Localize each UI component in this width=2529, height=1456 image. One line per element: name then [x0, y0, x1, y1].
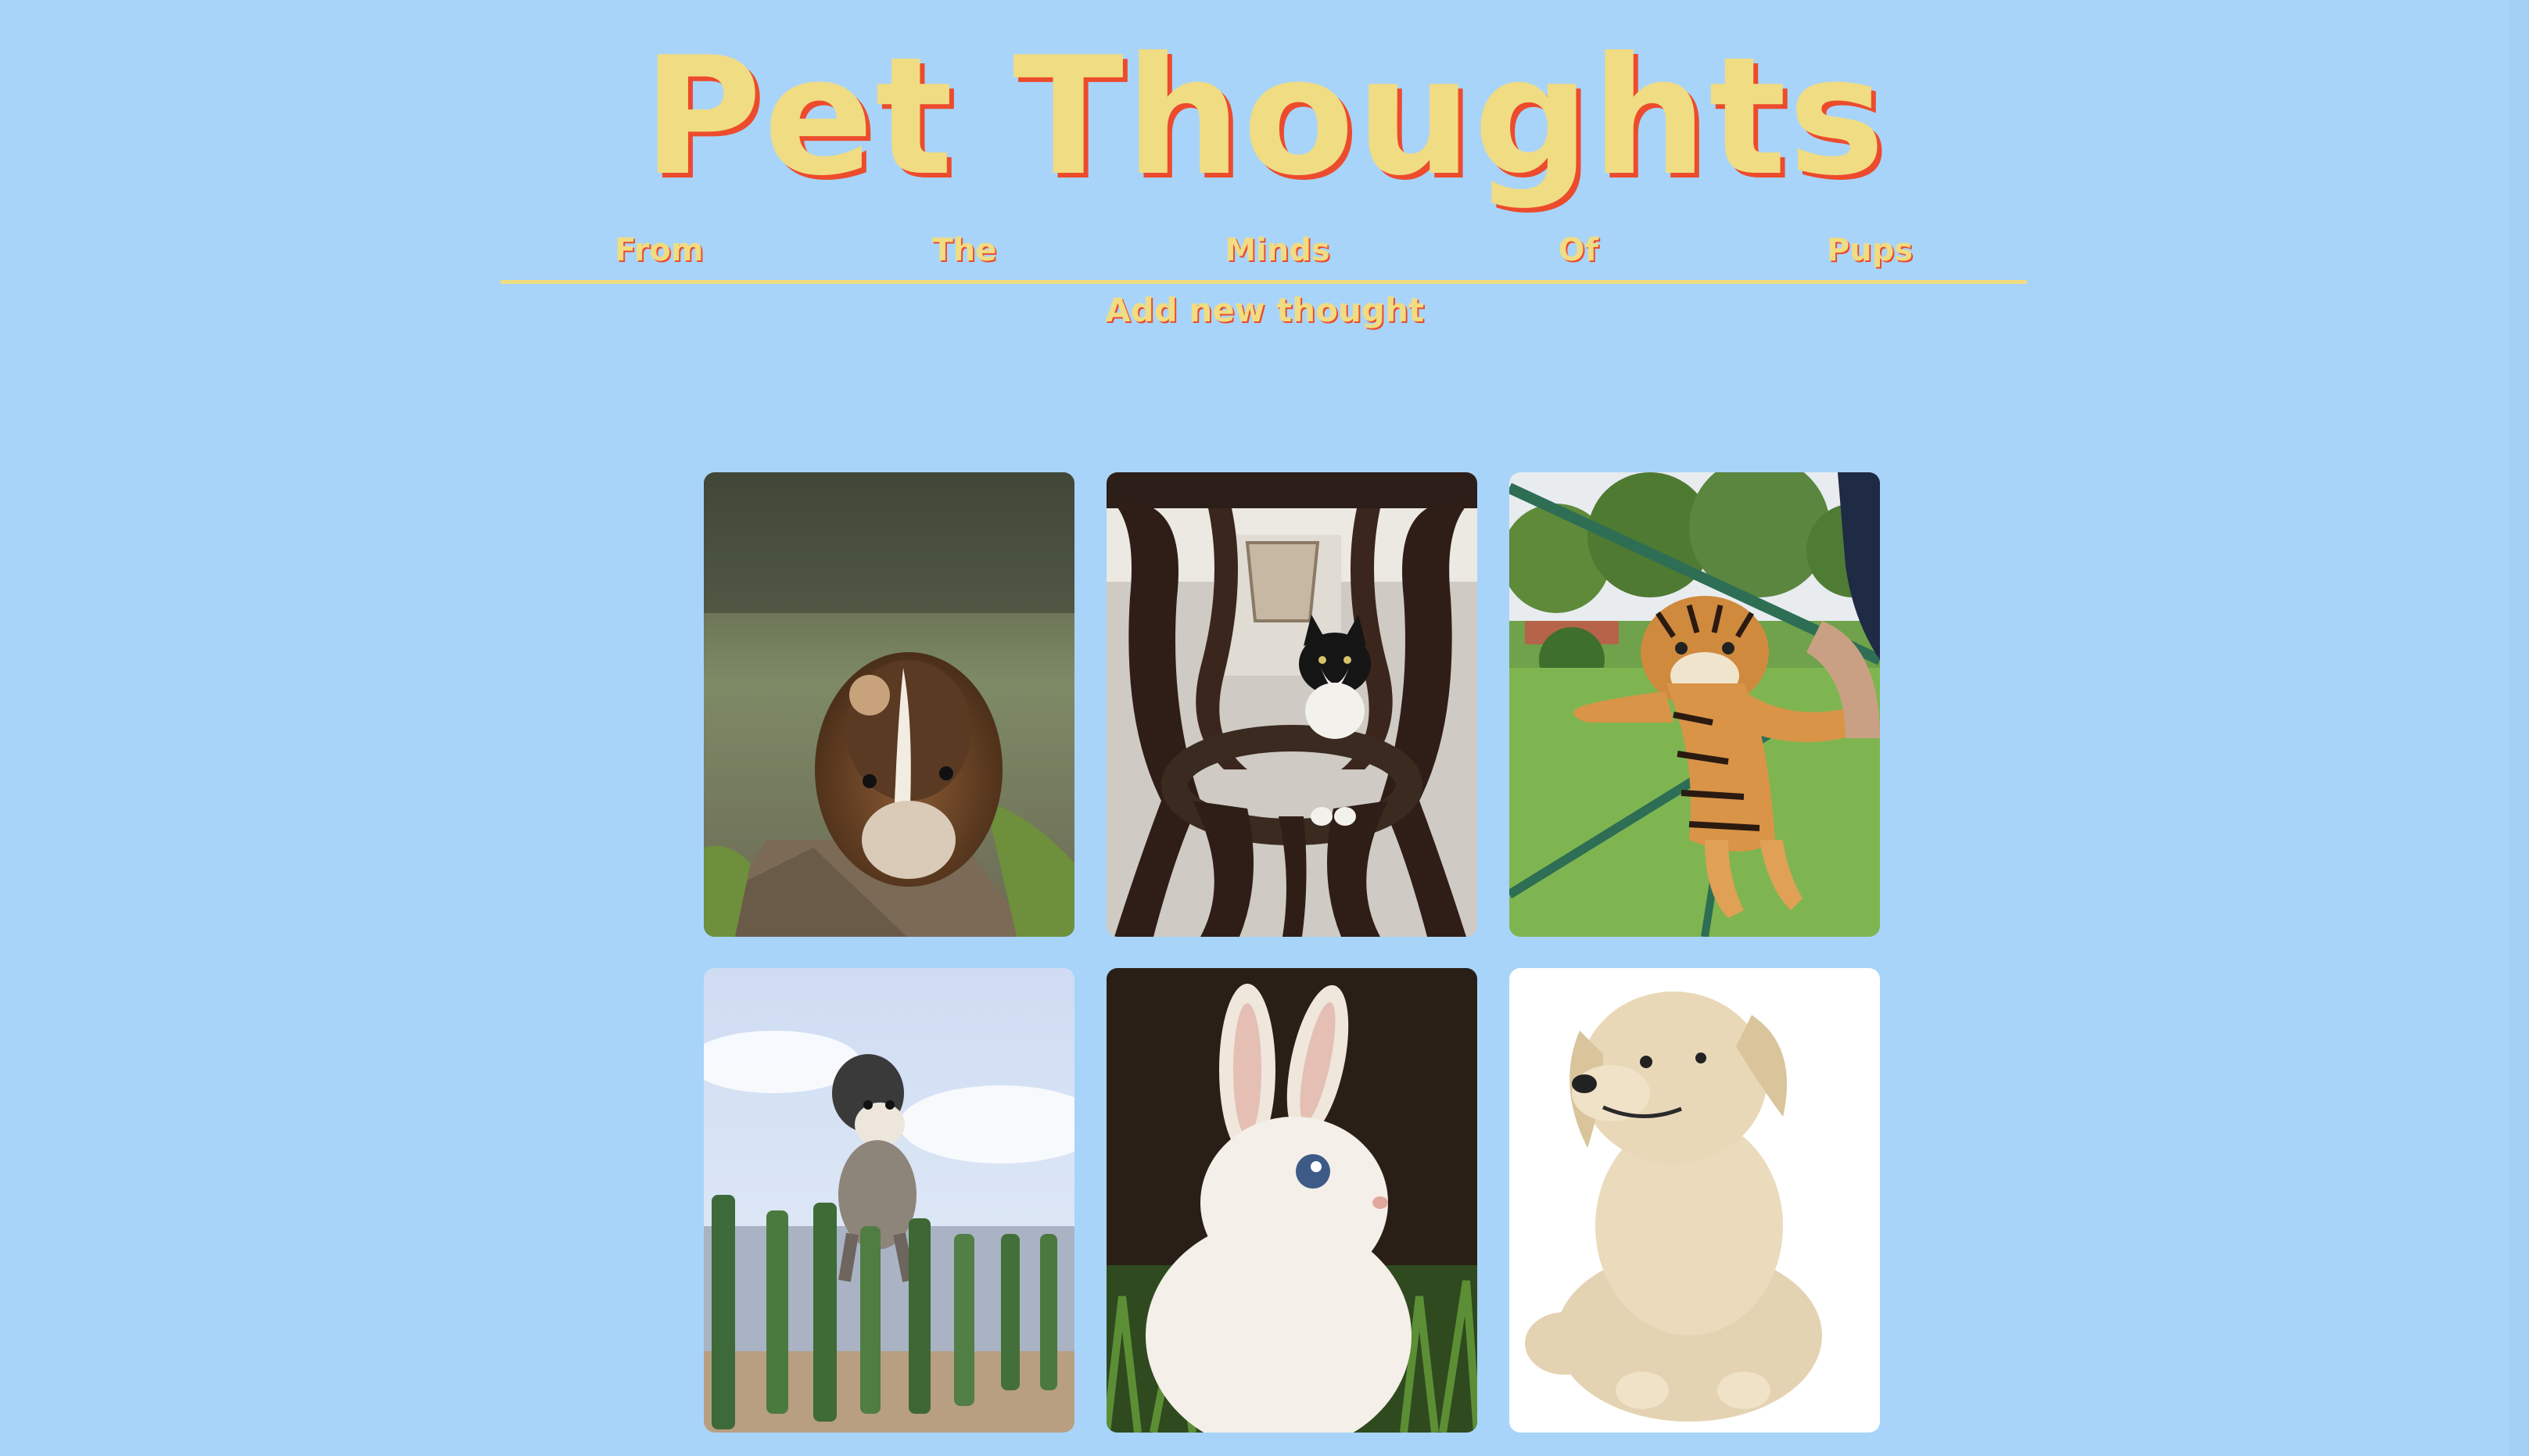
gallery-card-jumping-dog[interactable] [704, 968, 1074, 1433]
nav-item-minds[interactable]: Minds [1225, 232, 1329, 268]
nav-item-pups[interactable]: Pups [1827, 232, 1913, 268]
gallery-card-labrador[interactable] [1509, 968, 1880, 1433]
nav-item-the[interactable]: The [931, 232, 996, 268]
site-title: Pet Thoughts [642, 23, 1887, 212]
add-thought-link[interactable]: Add new thought [0, 291, 2529, 329]
jumping-dog-beach-photo [704, 968, 1074, 1433]
page-scrollbar[interactable] [2509, 0, 2529, 1456]
tiger-cub-photo [1509, 472, 1880, 937]
gallery-card-guinea-pig[interactable] [704, 472, 1074, 937]
labrador-puppy-photo [1509, 968, 1880, 1433]
pet-gallery [704, 472, 1880, 1433]
gallery-card-tiger-cub[interactable] [1509, 472, 1880, 937]
nav-item-of[interactable]: Of [1559, 232, 1598, 268]
guinea-pig-photo [704, 472, 1074, 937]
kitten-under-table-photo [1107, 472, 1477, 937]
white-bunny-photo [1107, 968, 1477, 1433]
top-nav: From The Minds Of Pups [500, 221, 2027, 284]
gallery-card-bunny[interactable] [1107, 968, 1477, 1433]
gallery-card-kitten[interactable] [1107, 472, 1477, 937]
page: Pet Thoughts From The Minds Of Pups Add … [0, 0, 2529, 1456]
nav-item-from[interactable]: From [615, 232, 704, 268]
